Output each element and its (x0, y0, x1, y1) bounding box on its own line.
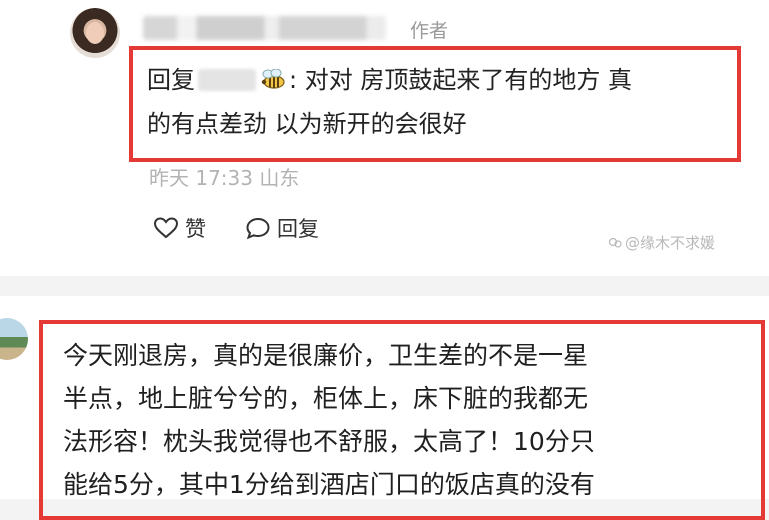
reply-body-line2: 的有点差劲 以为新开的会很好 (147, 110, 467, 138)
comment-bubble-icon (246, 217, 270, 240)
review-text: 今天刚退房，真的是很廉价，卫生差的不是一星 半点，地上脏兮兮的，柜体上，床下脏的… (63, 334, 753, 506)
reply-content: 回复 : 对对 房顶鼓起来了有的地方 真 的有点差劲 以为新开的会很好 (147, 58, 747, 146)
comment-meta: 昨天 17:33 山东 (149, 166, 300, 190)
avatar-face (86, 22, 104, 44)
watermark-logo-icon (608, 237, 622, 248)
like-button[interactable]: 赞 (153, 213, 206, 243)
blurred-username[interactable] (143, 16, 386, 40)
author-avatar[interactable] (70, 8, 120, 58)
reply-prefix: 回复 (147, 66, 195, 94)
watermark: @缘木不求媛 (608, 232, 715, 253)
bee-emoji-icon (261, 69, 285, 89)
like-label: 赞 (185, 217, 206, 241)
review-line: 能给5分，其中1分给到酒店门口的饭店真的没有 (63, 470, 595, 499)
blurred-reply-target (198, 69, 256, 91)
reply-label: 回复 (277, 217, 319, 241)
author-badge: 作者 (410, 20, 449, 42)
review-line: 今天刚退房，真的是很廉价，卫生差的不是一星 (63, 341, 589, 370)
heart-icon (153, 217, 179, 239)
watermark-text: @缘木不求媛 (625, 234, 716, 252)
review-line: 法形容！枕头我觉得也不舒服，太高了！10分只 (63, 427, 595, 456)
review-line: 半点，地上脏兮兮的，柜体上，床下脏的我都无 (63, 384, 589, 413)
reply-body-line1: : 对对 房顶鼓起来了有的地方 真 (289, 66, 632, 94)
reply-button[interactable]: 回复 (245, 213, 319, 243)
